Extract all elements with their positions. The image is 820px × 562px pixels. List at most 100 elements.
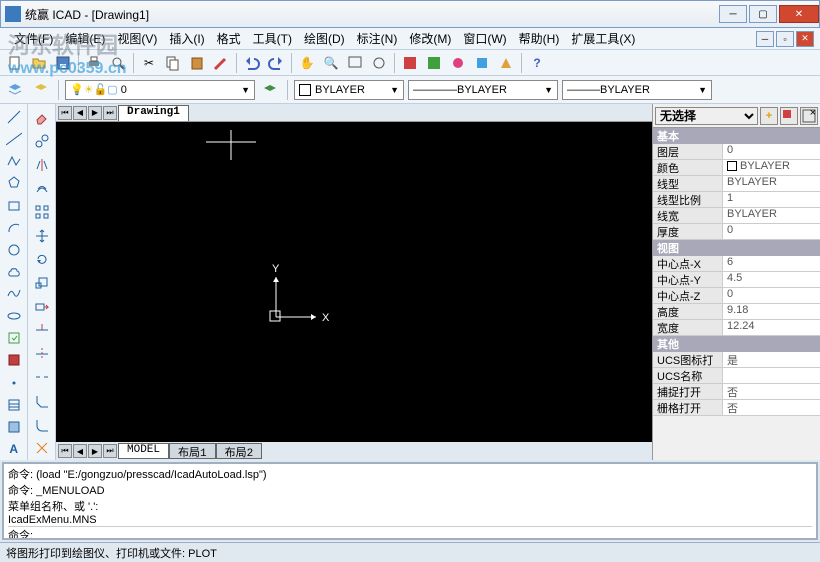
polygon-icon[interactable] xyxy=(2,173,26,193)
trim-icon[interactable] xyxy=(30,319,54,341)
save-icon[interactable] xyxy=(52,52,74,74)
copy-obj-icon[interactable] xyxy=(30,131,54,153)
break-icon[interactable] xyxy=(30,367,54,389)
selection-dropdown[interactable]: 无选择 xyxy=(655,107,758,125)
insert-icon[interactable] xyxy=(2,328,26,348)
block-icon[interactable] xyxy=(2,350,26,370)
move-icon[interactable] xyxy=(30,225,54,247)
menu-ext[interactable]: 扩展工具(X) xyxy=(565,28,641,49)
offset-icon[interactable] xyxy=(30,178,54,200)
xline-icon[interactable] xyxy=(2,129,26,149)
drawing-canvas[interactable]: X Y xyxy=(56,122,652,442)
quick-select-icon[interactable] xyxy=(780,107,798,125)
rect-icon[interactable] xyxy=(2,196,26,216)
zoom-prev-icon[interactable] xyxy=(368,52,390,74)
prop-row[interactable]: 中心点-Z0 xyxy=(653,288,820,304)
preview-icon[interactable] xyxy=(107,52,129,74)
linetype-dropdown[interactable]: ———— BYLAYER▼ xyxy=(408,80,558,100)
layout-first[interactable]: ⏮ xyxy=(58,444,72,458)
prop-row[interactable]: 中心点-X6 xyxy=(653,256,820,272)
menu-window[interactable]: 窗口(W) xyxy=(457,28,512,49)
prop-group-header[interactable]: 视图 xyxy=(653,240,820,256)
minimize-button[interactable]: ─ xyxy=(719,5,747,23)
open-icon[interactable] xyxy=(28,52,50,74)
menu-help[interactable]: 帮助(H) xyxy=(513,28,566,49)
tool-b-icon[interactable] xyxy=(471,52,493,74)
mdi-minimize[interactable]: ─ xyxy=(756,31,774,47)
prop-row[interactable]: 线型BYLAYER xyxy=(653,176,820,192)
prop-group-header[interactable]: 基本 xyxy=(653,128,820,144)
explode-icon[interactable] xyxy=(30,437,54,459)
mdi-close[interactable]: ✕ xyxy=(796,31,814,47)
new-icon[interactable] xyxy=(4,52,26,74)
tool-a-icon[interactable] xyxy=(447,52,469,74)
prop-row[interactable]: UCS名称 xyxy=(653,368,820,384)
zoom-win-icon[interactable] xyxy=(344,52,366,74)
layer-mgr-icon[interactable] xyxy=(4,79,26,101)
prop-row[interactable]: 颜色BYLAYER xyxy=(653,160,820,176)
tab-close-icon[interactable]: × xyxy=(810,107,816,119)
menu-edit[interactable]: 编辑(E) xyxy=(59,28,111,49)
pan-icon[interactable]: ✋ xyxy=(296,52,318,74)
tab-layout2[interactable]: 布局2 xyxy=(216,443,263,459)
prop-row[interactable]: 捕捉打开否 xyxy=(653,384,820,400)
doc-tab[interactable]: Drawing1 xyxy=(118,105,189,121)
menu-tools[interactable]: 工具(T) xyxy=(247,28,298,49)
menu-draw[interactable]: 绘图(D) xyxy=(298,28,351,49)
command-window[interactable]: 命令: (load "E:/gongzuo/presscad/IcadAutoL… xyxy=(2,462,818,540)
fillet-icon[interactable] xyxy=(30,414,54,436)
help-icon[interactable]: ? xyxy=(526,52,548,74)
hatch-icon[interactable] xyxy=(2,395,26,415)
close-button[interactable]: ✕ xyxy=(779,5,819,23)
extend-icon[interactable] xyxy=(30,343,54,365)
menu-dim[interactable]: 标注(N) xyxy=(351,28,404,49)
circle-icon[interactable] xyxy=(2,240,26,260)
tool-c-icon[interactable] xyxy=(495,52,517,74)
mdi-restore[interactable]: ▫ xyxy=(776,31,794,47)
mirror-icon[interactable] xyxy=(30,154,54,176)
tab-next[interactable]: ▶ xyxy=(88,106,102,120)
prop-row[interactable]: 宽度12.24 xyxy=(653,320,820,336)
props-icon[interactable] xyxy=(399,52,421,74)
chamfer-icon[interactable] xyxy=(30,390,54,412)
print-icon[interactable] xyxy=(83,52,105,74)
menu-format[interactable]: 格式 xyxy=(211,28,247,49)
tab-prev[interactable]: ◀ xyxy=(73,106,87,120)
revcloud-icon[interactable] xyxy=(2,262,26,282)
layout-next[interactable]: ▶ xyxy=(88,444,102,458)
color-dropdown[interactable]: BYLAYER▼ xyxy=(294,80,404,100)
prop-row[interactable]: 线宽BYLAYER xyxy=(653,208,820,224)
copy-icon[interactable] xyxy=(162,52,184,74)
spline-icon[interactable] xyxy=(2,284,26,304)
layer-dropdown[interactable]: 💡☀🔓▢ 0▼ xyxy=(65,80,255,100)
menu-file[interactable]: 文件(F) xyxy=(8,28,59,49)
point-icon[interactable] xyxy=(2,373,26,393)
stretch-icon[interactable] xyxy=(30,296,54,318)
layout-prev[interactable]: ◀ xyxy=(73,444,87,458)
tab-first[interactable]: ⏮ xyxy=(58,106,72,120)
prop-row[interactable]: 线型比例1 xyxy=(653,192,820,208)
maximize-button[interactable]: ▢ xyxy=(749,5,777,23)
paste-icon[interactable] xyxy=(186,52,208,74)
prop-row[interactable]: 高度9.18 xyxy=(653,304,820,320)
ellipse-icon[interactable] xyxy=(2,306,26,326)
zoom-rt-icon[interactable]: 🔍 xyxy=(320,52,342,74)
tab-layout1[interactable]: 布局1 xyxy=(169,443,216,459)
prop-row[interactable]: 厚度0 xyxy=(653,224,820,240)
layers-icon[interactable] xyxy=(30,79,52,101)
arc-icon[interactable] xyxy=(2,218,26,238)
redo-icon[interactable] xyxy=(265,52,287,74)
prop-row[interactable]: 栅格打开否 xyxy=(653,400,820,416)
cut-icon[interactable]: ✂ xyxy=(138,52,160,74)
command-prompt[interactable]: 命令: xyxy=(8,526,812,540)
tab-model[interactable]: MODEL xyxy=(118,443,169,459)
region-icon[interactable] xyxy=(2,417,26,437)
add-selection-icon[interactable]: + xyxy=(760,107,778,125)
text-icon[interactable]: A xyxy=(2,439,26,459)
prop-row[interactable]: 中心点-Y4.5 xyxy=(653,272,820,288)
layer-prev-icon[interactable] xyxy=(259,79,281,101)
menu-view[interactable]: 视图(V) xyxy=(111,28,163,49)
array-icon[interactable] xyxy=(30,201,54,223)
prop-group-header[interactable]: 其他 xyxy=(653,336,820,352)
erase-icon[interactable] xyxy=(30,107,54,129)
